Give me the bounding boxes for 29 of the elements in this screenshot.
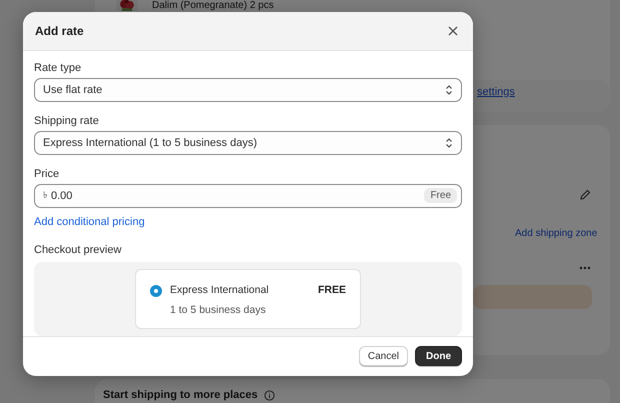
select-field[interactable]: Express International (1 to 5 business days) [34, 130, 462, 155]
currency-symbol: ৳ [43, 189, 47, 202]
field-label: Shipping rate [34, 114, 100, 127]
field-label: Rate type [34, 62, 82, 74]
section-title: Start shipping to more places [103, 389, 258, 402]
chevron-icon [445, 136, 453, 149]
product-name: Dalim (Pomegranate) 2 pcs [152, 0, 274, 11]
select-value: Use flat rate [43, 84, 102, 96]
done-button[interactable]: Done [415, 346, 462, 366]
info-icon [264, 390, 275, 401]
pencil-icon[interactable] [579, 189, 591, 201]
free-badge: Free [424, 188, 457, 204]
add-conditional-pricing-link[interactable]: Add conditional pricing [34, 216, 145, 228]
select-field[interactable]: Use flat rate [34, 78, 462, 102]
preview-label: Checkout preview [34, 244, 122, 256]
option-price: FREE [318, 284, 346, 296]
chevron-icon [445, 84, 453, 96]
more-icon[interactable] [579, 266, 591, 270]
shipping-option-card[interactable]: Express International 1 to 5 business days FREE [135, 268, 361, 329]
radio-button[interactable] [150, 284, 162, 297]
option-detail: 1 to 5 business days [170, 304, 267, 316]
close-icon [448, 26, 458, 36]
dialog-title: Add rate [35, 24, 84, 38]
price-field[interactable]: ৳ 0.00 Free [34, 184, 462, 208]
cancel-button[interactable]: Cancel [358, 346, 408, 366]
select-value: Express International (1 to 5 business days) [43, 136, 258, 149]
field-label: Price [34, 168, 60, 180]
price-value: 0.00 [51, 190, 74, 202]
option-name: Express International [170, 284, 270, 296]
